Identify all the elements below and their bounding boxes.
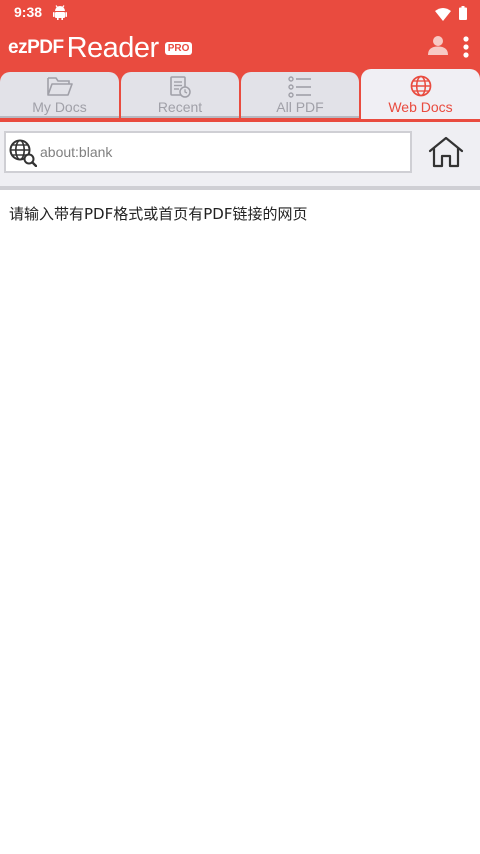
more-options-icon[interactable] — [462, 36, 470, 62]
web-content: 请输入带有PDF格式或首页有PDF链接的网页 — [0, 190, 480, 854]
status-time: 9:38 — [14, 4, 43, 20]
tab-recent[interactable]: Recent — [121, 72, 239, 118]
tab-label: All PDF — [276, 99, 324, 115]
wifi-icon — [435, 6, 451, 25]
logo-reader: Reader — [66, 31, 160, 64]
tab-my-docs[interactable]: My Docs — [0, 72, 119, 118]
url-box[interactable] — [4, 131, 412, 173]
folder-icon — [46, 76, 73, 100]
url-input[interactable] — [40, 139, 400, 165]
globe-icon — [410, 75, 432, 101]
logo-ezpdf: ezPDF — [8, 37, 64, 58]
status-bar: 9:38 — [0, 0, 480, 26]
home-icon[interactable] — [428, 136, 464, 172]
tab-bar: My Docs Recent All PDF Web Docs — [0, 69, 480, 122]
battery-icon — [459, 5, 467, 24]
tab-label: Recent — [157, 99, 203, 115]
pro-badge: PRO — [164, 41, 193, 55]
app-logo: ezPDF Reader PRO — [8, 30, 193, 66]
tab-web-docs[interactable]: Web Docs — [361, 69, 480, 119]
user-account-icon[interactable] — [428, 35, 448, 59]
tab-all-pdf[interactable]: All PDF — [241, 72, 359, 118]
tab-label: Web Docs — [388, 99, 453, 115]
instruction-text: 请输入带有PDF格式或首页有PDF链接的网页 — [9, 205, 308, 223]
url-toolbar — [0, 122, 480, 186]
android-icon — [53, 5, 67, 24]
app-bar: ezPDF Reader PRO — [0, 26, 480, 70]
web-search-icon — [9, 139, 38, 171]
tab-label: My Docs — [32, 99, 87, 115]
